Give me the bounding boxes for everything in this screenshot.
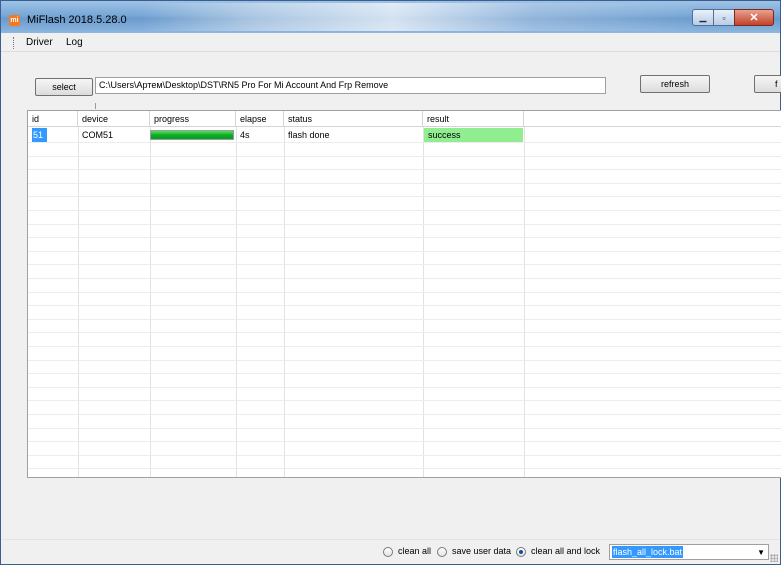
resize-grip-icon[interactable] xyxy=(770,554,778,562)
splitter-mark xyxy=(95,103,96,109)
grid-row-line xyxy=(28,237,781,238)
grid-row-line xyxy=(28,332,781,333)
column-header-status[interactable]: status xyxy=(284,111,423,127)
grid-row-line xyxy=(28,373,781,374)
window-controls: ▁ ▫ ✕ xyxy=(692,9,774,26)
grid-row-line xyxy=(28,387,781,388)
grid-row-line xyxy=(28,360,781,361)
grid-row-line xyxy=(28,251,781,252)
menu-driver[interactable]: Driver xyxy=(26,37,53,48)
minimize-icon: ▁ xyxy=(699,12,707,22)
grid-row-line xyxy=(28,210,781,211)
title-bar-decoration xyxy=(141,3,701,31)
script-select[interactable]: flash_all_lock.bat ▼ xyxy=(609,544,769,560)
grid-row-line xyxy=(28,346,781,347)
refresh-button[interactable]: refresh xyxy=(640,75,710,93)
clean-all-radio[interactable] xyxy=(383,547,393,557)
status-bar: clean all save user data clean all and l… xyxy=(1,539,780,564)
grid-row-line xyxy=(28,455,781,456)
row-elapse-cell[interactable]: 4s xyxy=(236,128,250,142)
grid-row-line xyxy=(28,414,781,415)
clean-all-and-lock-label[interactable]: clean all and lock xyxy=(531,546,600,556)
grid-row-line xyxy=(28,428,781,429)
flash-button[interactable]: f xyxy=(754,75,781,93)
column-header-device[interactable]: device xyxy=(78,111,150,127)
grid-row-line xyxy=(28,264,781,265)
grid-row-line xyxy=(28,142,781,143)
grid-col-line xyxy=(524,127,525,477)
select-button[interactable]: select xyxy=(35,78,93,96)
grid-col-line xyxy=(236,127,237,477)
row-id-cell[interactable]: 51 xyxy=(32,128,47,142)
row-result-cell[interactable]: success xyxy=(424,128,523,142)
clean-all-label[interactable]: clean all xyxy=(398,546,431,556)
grid-row-line xyxy=(28,468,781,469)
window-title: MiFlash 2018.5.28.0 xyxy=(27,14,127,26)
column-header-progress[interactable]: progress xyxy=(150,111,236,127)
chevron-down-icon[interactable]: ▼ xyxy=(757,548,765,557)
grid-row-line xyxy=(28,196,781,197)
row-status-cell[interactable]: flash done xyxy=(284,128,330,142)
grid-row-line xyxy=(28,183,781,184)
menu-grip xyxy=(13,37,15,49)
grid-row-line xyxy=(28,305,781,306)
script-select-value: flash_all_lock.bat xyxy=(612,546,684,558)
grid-row-line xyxy=(28,292,781,293)
column-header-elapse[interactable]: elapse xyxy=(236,111,284,127)
grid-col-line xyxy=(78,127,79,477)
close-button[interactable]: ✕ xyxy=(734,9,774,26)
grid-row-line xyxy=(28,441,781,442)
grid-row-line xyxy=(28,169,781,170)
menu-bar: Driver Log xyxy=(1,34,780,52)
grid-row-line xyxy=(28,319,781,320)
close-icon: ✕ xyxy=(749,12,759,24)
device-grid[interactable]: id device progress elapse status result … xyxy=(27,110,781,478)
menu-log[interactable]: Log xyxy=(66,37,83,48)
grid-row-line xyxy=(28,278,781,279)
grid-row-line xyxy=(28,400,781,401)
title-bar[interactable]: mi MiFlash 2018.5.28.0 ▁ ▫ ✕ xyxy=(1,1,780,33)
maximize-button[interactable]: ▫ xyxy=(713,9,735,26)
save-user-data-label[interactable]: save user data xyxy=(452,546,511,556)
clean-all-and-lock-radio[interactable] xyxy=(516,547,526,557)
column-header-id[interactable]: id xyxy=(28,111,78,127)
grid-row-line xyxy=(28,224,781,225)
row-progress-bar xyxy=(150,130,234,140)
miflash-window: mi MiFlash 2018.5.28.0 ▁ ▫ ✕ Driver Log … xyxy=(0,0,781,565)
row-device-cell[interactable]: COM51 xyxy=(78,128,113,142)
maximize-icon: ▫ xyxy=(722,12,726,23)
progress-fill xyxy=(151,131,233,139)
path-input[interactable]: C:\Users\Артем\Desktop\DST\RN5 Pro For M… xyxy=(95,77,606,94)
minimize-button[interactable]: ▁ xyxy=(692,9,714,26)
save-user-data-radio[interactable] xyxy=(437,547,447,557)
grid-col-line xyxy=(423,127,424,477)
grid-col-line xyxy=(150,127,151,477)
column-header-result[interactable]: result xyxy=(423,111,524,127)
grid-header: id device progress elapse status result xyxy=(28,111,781,127)
miflash-app-icon: mi xyxy=(9,15,20,26)
grid-row-line xyxy=(28,156,781,157)
grid-col-line xyxy=(284,127,285,477)
